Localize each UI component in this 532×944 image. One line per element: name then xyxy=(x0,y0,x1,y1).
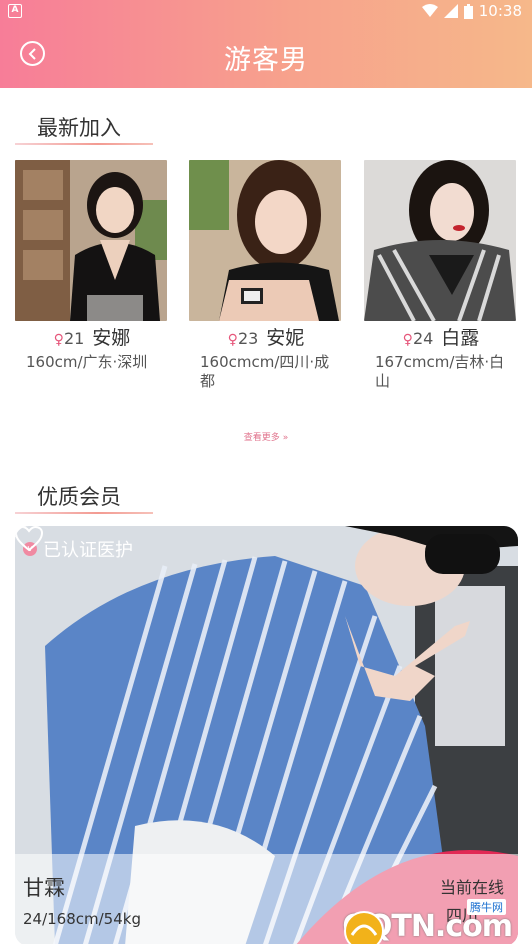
battery-icon xyxy=(463,3,473,19)
member-age: 23 xyxy=(237,329,259,348)
watermark-logo: QQTN.com 腾牛网 xyxy=(342,899,513,944)
member-card[interactable]: ♀24 白露 167cmcm/吉林·白山 xyxy=(364,160,518,391)
section-underline xyxy=(15,143,153,145)
section-title-newest: 最新加入 xyxy=(37,116,121,140)
watermark-sub: 腾牛网 xyxy=(467,899,506,915)
section-title-quality: 优质会员 xyxy=(37,485,121,509)
wifi-icon xyxy=(421,4,438,17)
member-name-row: ♀24 白露 xyxy=(364,325,518,351)
member-card[interactable]: ♀23 安妮 160cmcm/四川·成都 xyxy=(189,160,343,391)
member-name-row: ♀21 安娜 xyxy=(15,325,169,351)
header-bar: A 10:38 游客男 xyxy=(0,0,532,88)
member-name: 安娜 xyxy=(92,327,131,349)
featured-name: 甘霖 xyxy=(23,876,65,900)
member-age: 21 xyxy=(63,329,85,348)
member-name: 白露 xyxy=(441,327,480,349)
member-info: 160cmcm/四川·成都 xyxy=(200,353,330,390)
female-icon: ♀ xyxy=(227,332,238,348)
member-card[interactable]: ♀21 安娜 160cm/广东·深圳 xyxy=(15,160,169,372)
member-name-row: ♀23 安妮 xyxy=(189,325,343,351)
heart-outline-icon[interactable] xyxy=(15,526,43,552)
member-age: 24 xyxy=(412,329,434,348)
featured-info: 24/168cm/54kg xyxy=(23,910,141,928)
status-bar: A 10:38 xyxy=(0,0,532,24)
member-photo[interactable] xyxy=(15,160,167,321)
member-info: 160cm/广东·深圳 xyxy=(26,353,148,371)
status-time: 10:38 xyxy=(478,2,522,20)
double-chevron-right-icon: » xyxy=(282,433,289,443)
member-info: 167cmcm/吉林·白山 xyxy=(375,353,505,390)
female-icon: ♀ xyxy=(53,332,64,348)
member-name: 安妮 xyxy=(266,327,305,349)
page-title: 游客男 xyxy=(224,45,308,76)
view-more-label: 查看更多 xyxy=(243,433,280,443)
section-underline xyxy=(15,512,153,514)
female-icon: ♀ xyxy=(402,332,413,348)
online-status: 当前在线 xyxy=(439,878,504,897)
watermark-emblem-icon xyxy=(344,911,385,944)
signal-icon xyxy=(443,4,458,18)
member-photo[interactable] xyxy=(364,160,516,321)
view-more-link[interactable]: 查看更多 » xyxy=(0,430,532,443)
featured-member-card[interactable]: v 已认证医护 甘霖 24/168cm/54kg 当前在线 四川 QQTN.co… xyxy=(15,526,518,944)
status-icons: 10:38 xyxy=(421,2,522,20)
app-notification-icon: A xyxy=(8,4,22,18)
verified-badge-label: 已认证医护 xyxy=(43,540,133,561)
member-photo[interactable] xyxy=(189,160,341,321)
